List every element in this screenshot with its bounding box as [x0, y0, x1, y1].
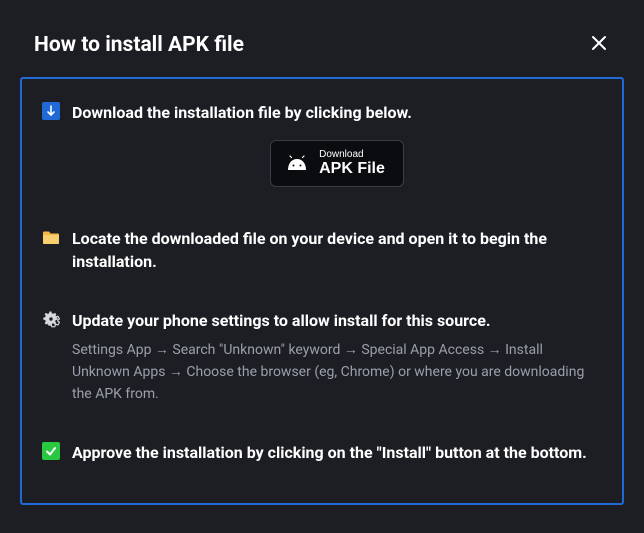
step-settings: Update your phone settings to allow inst…	[42, 309, 602, 405]
close-icon	[590, 34, 608, 55]
step-text: Approve the installation by clicking on …	[72, 441, 602, 464]
install-apk-modal: How to install APK file Download the ins…	[0, 0, 644, 533]
step-subtext: Settings App → Search "Unknown" keyword …	[72, 340, 602, 405]
download-arrow-icon	[42, 102, 60, 120]
download-small-label: Download	[319, 149, 363, 160]
gear-icon	[42, 310, 60, 328]
modal-title: How to install APK file	[34, 33, 244, 57]
step-approve: Approve the installation by clicking on …	[42, 441, 602, 464]
steps-container: Download the installation file by clicki…	[20, 77, 624, 505]
close-button[interactable]	[586, 30, 612, 59]
modal-header: How to install APK file	[0, 0, 644, 77]
step-locate: Locate the downloaded file on your devic…	[42, 227, 602, 273]
android-icon	[285, 154, 309, 172]
step-download: Download the installation file by clicki…	[42, 101, 602, 191]
download-big-label: APK File	[319, 160, 385, 178]
folder-icon	[42, 228, 60, 246]
step-text: Update your phone settings to allow inst…	[72, 309, 602, 332]
step-text: Download the installation file by clicki…	[72, 101, 602, 124]
check-icon	[42, 442, 60, 460]
download-apk-button[interactable]: Download APK File	[270, 140, 404, 187]
step-text: Locate the downloaded file on your devic…	[72, 227, 602, 273]
